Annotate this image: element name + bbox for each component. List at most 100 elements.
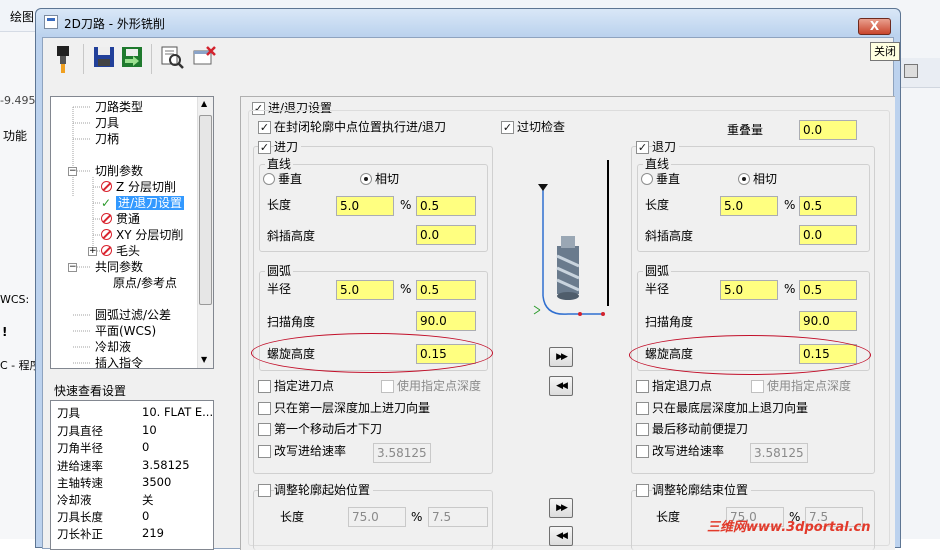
tree-item-coolant[interactable]: 冷却液 — [95, 339, 131, 355]
adjust-start-checkbox[interactable] — [258, 484, 271, 497]
exit-tangent-radio[interactable] — [738, 173, 750, 185]
adjust-end-length-label: 长度 — [656, 510, 681, 524]
exit-radius-pct-input[interactable]: 0.5 — [799, 280, 857, 300]
tree-item-arc-filter[interactable]: 圆弧过滤/公差 — [95, 307, 171, 323]
entry-title: 进刀 — [274, 139, 302, 155]
specify-entry-point-checkbox[interactable] — [258, 380, 271, 393]
exit-perpendicular-radio[interactable] — [641, 173, 653, 185]
tree-item-holder[interactable]: 刀柄 — [95, 131, 119, 147]
quickview-row: 刀具直径 10 — [57, 423, 157, 438]
printer-icon[interactable] — [904, 64, 918, 78]
exit-checkbox[interactable]: ✓ — [636, 141, 649, 154]
copy-to-entry-button[interactable]: ◀◀ — [549, 376, 573, 396]
entry-sweep-input[interactable]: 90.0 — [416, 311, 476, 331]
tree-item-multi-passes[interactable]: XY 分层切削 — [101, 227, 183, 243]
exit-radius-input[interactable]: 5.0 — [720, 280, 778, 300]
exit-ramp-label: 斜插高度 — [645, 229, 694, 243]
title-bar[interactable]: 2D刀路 - 外形铣削 X — [36, 9, 900, 35]
toolbar — [43, 38, 893, 82]
tree-item-tool[interactable]: 刀具 — [95, 115, 119, 131]
last-depth-only-checkbox[interactable] — [636, 402, 649, 415]
entry-perpendicular-radio[interactable] — [263, 173, 275, 185]
last-move-lift-checkbox[interactable] — [636, 423, 649, 436]
export-icon[interactable] — [121, 46, 145, 70]
gouge-check-label: 过切检查 — [517, 120, 566, 134]
tree-item-linking[interactable]: 共同参数 — [95, 259, 143, 275]
background-menu-draw[interactable]: 绘图 — [10, 8, 34, 25]
entry-use-point-depth-checkbox[interactable] — [381, 380, 394, 393]
entry-radius-pct-input[interactable]: 0.5 — [416, 280, 476, 300]
exit-radius-pct-symbol: % — [784, 282, 796, 296]
quickview-row: 刀长补正 219 — [57, 526, 164, 541]
exit-sweep-input[interactable]: 90.0 — [799, 311, 857, 331]
disabled-icon — [101, 213, 112, 224]
first-move-plunge-checkbox[interactable] — [258, 423, 271, 436]
entry-override-feed-checkbox[interactable] — [258, 445, 271, 458]
adjust-start-length-input[interactable]: 75.0 — [348, 507, 406, 527]
tree-collapse-icon[interactable]: − — [68, 167, 77, 176]
entry-use-point-depth-label: 使用指定点深度 — [397, 379, 482, 393]
entry-length-pct-input[interactable]: 0.5 — [416, 196, 476, 216]
tree-collapse-icon[interactable]: − — [68, 263, 77, 272]
copy-adjust-to-start-button[interactable]: ◀◀ — [549, 526, 573, 546]
tree-expand-icon[interactable]: + — [88, 247, 97, 256]
entry-tangent-radio[interactable] — [360, 173, 372, 185]
quickview-row: 冷却液关 — [57, 493, 154, 507]
copy-adjust-to-end-button[interactable]: ▶▶ — [549, 498, 573, 518]
exit-use-point-depth-checkbox[interactable] — [751, 380, 764, 393]
tree-item-home[interactable]: 原点/参考点 — [113, 275, 177, 291]
tree-item-tabs[interactable]: 毛头 — [101, 243, 140, 259]
closed-contour-checkbox[interactable]: ✓ — [258, 121, 271, 134]
window-icon — [44, 15, 58, 29]
entry-feed-input[interactable]: 3.58125 — [373, 443, 431, 463]
tree-item-misc[interactable]: 插入指令 — [95, 355, 143, 368]
entry-radius-label: 半径 — [267, 282, 292, 296]
close-button[interactable]: X — [858, 18, 891, 35]
exit-length-label: 长度 — [645, 198, 670, 212]
entry-checkbox[interactable]: ✓ — [258, 141, 271, 154]
tree-item-break-through[interactable]: 贯通 — [101, 211, 140, 227]
toolbar-separator — [83, 44, 84, 74]
entry-perpendicular-label: 垂直 — [278, 172, 303, 186]
adjust-end-checkbox[interactable] — [636, 484, 649, 497]
tree-item-depth-cuts[interactable]: Z 分层切削 — [101, 179, 176, 195]
entry-sweep-label: 扫描角度 — [267, 315, 316, 329]
entry-length-input[interactable]: 5.0 — [336, 196, 394, 216]
tree-item-toolpath-type[interactable]: 刀路类型 — [95, 99, 143, 115]
exit-length-pct-symbol: % — [784, 198, 796, 212]
specify-exit-point-checkbox[interactable] — [636, 380, 649, 393]
quickview-title: 快速查看设置 — [54, 384, 127, 398]
last-move-lift-label: 最后移动前便提刀 — [652, 422, 749, 436]
scroll-up-icon[interactable]: ▲ — [201, 99, 207, 108]
tree-item-planes[interactable]: 平面(WCS) — [95, 323, 156, 339]
disabled-icon — [101, 245, 112, 256]
entry-radius-input[interactable]: 5.0 — [336, 280, 394, 300]
entry-ramp-input[interactable]: 0.0 — [416, 225, 476, 245]
quickview-panel: 刀具 10. FLAT E... 刀具直径 10 刀角半径 0 进给速率 3.58125… — [50, 400, 214, 550]
exit-sweep-label: 扫描角度 — [645, 315, 694, 329]
tree-item-lead-in-out[interactable]: ✓ 进/退刀设置 — [101, 195, 185, 211]
adjust-start-pct-input[interactable]: 7.5 — [428, 507, 488, 527]
toolbar-separator — [151, 44, 152, 74]
first-move-plunge-label: 第一个移动后才下刀 — [274, 422, 383, 436]
scroll-down-icon[interactable]: ▼ — [201, 355, 207, 364]
exit-override-feed-checkbox[interactable] — [636, 445, 649, 458]
copy-to-exit-button[interactable]: ▶▶ — [549, 347, 573, 367]
tool-holder-icon[interactable] — [51, 46, 75, 73]
background-bang-text: ! — [2, 325, 8, 339]
delete-icon[interactable] — [193, 46, 217, 70]
red-highlight-ellipse — [251, 333, 493, 373]
overlap-input[interactable]: 0.0 — [799, 120, 857, 140]
preview-icon[interactable] — [161, 46, 185, 70]
exit-length-input[interactable]: 5.0 — [720, 196, 778, 216]
gouge-check-checkbox[interactable]: ✓ — [501, 121, 514, 134]
disabled-icon — [101, 181, 112, 192]
close-tooltip: 关闭 — [870, 42, 900, 61]
tree-item-cut-params[interactable]: 切削参数 — [95, 163, 143, 179]
save-icon[interactable] — [93, 46, 117, 70]
exit-feed-input[interactable]: 3.58125 — [750, 443, 808, 463]
exit-length-pct-input[interactable]: 0.5 — [799, 196, 857, 216]
quickview-row: 进给速率 3.58125 — [57, 458, 190, 473]
first-depth-only-checkbox[interactable] — [258, 402, 271, 415]
exit-ramp-input[interactable]: 0.0 — [799, 225, 857, 245]
